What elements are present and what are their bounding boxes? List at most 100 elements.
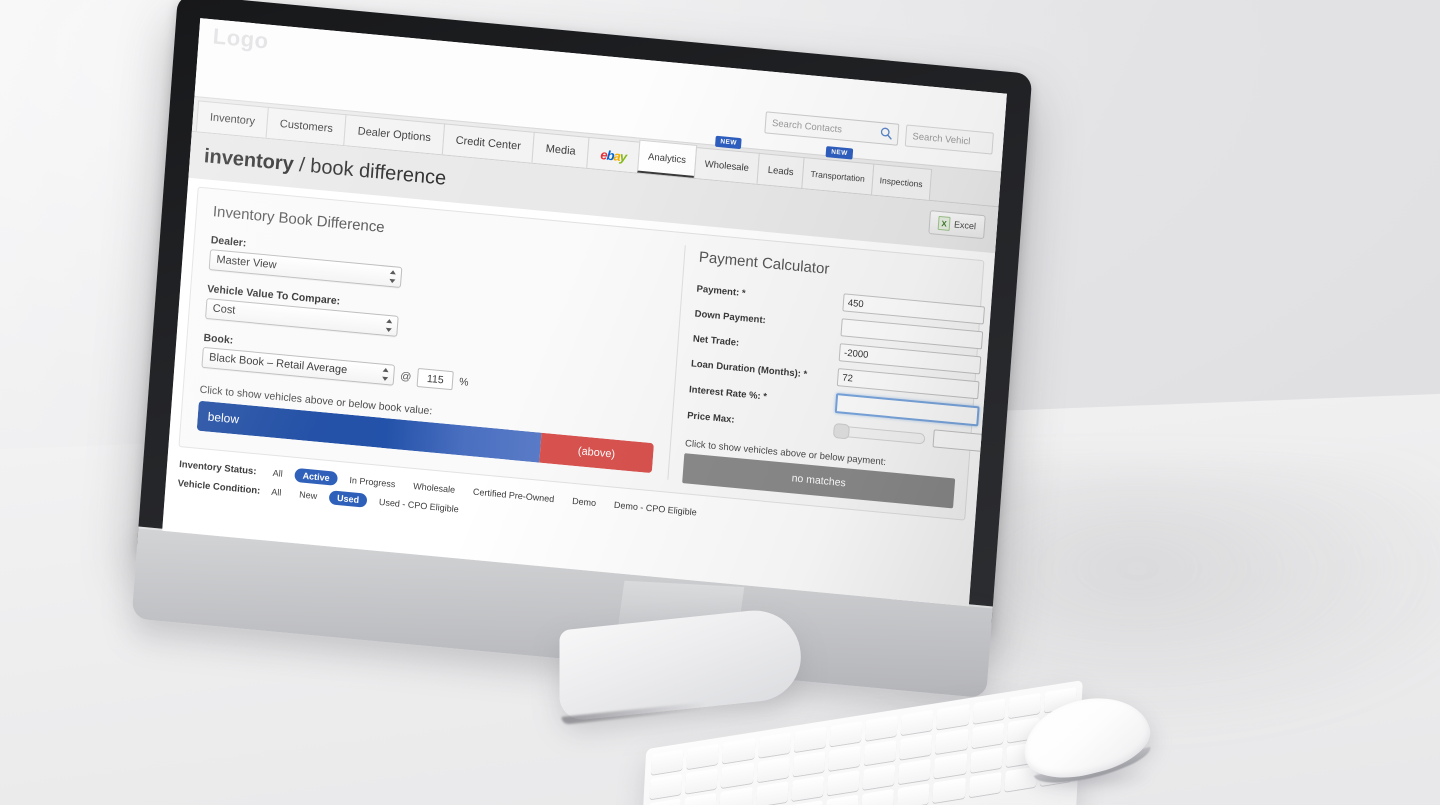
- excel-export-button[interactable]: Excel: [928, 210, 986, 240]
- select-arrows-icon: [388, 269, 396, 284]
- at-symbol: @: [399, 369, 412, 383]
- key: [968, 771, 1002, 798]
- key: [650, 749, 684, 775]
- nav-tab-label: Analytics: [647, 151, 687, 166]
- search-vehicles-input[interactable]: [905, 125, 993, 154]
- calc-field-label: Down Payment:: [694, 308, 767, 326]
- excel-button-label: Excel: [953, 219, 977, 232]
- ebay-logo-icon: ebay: [599, 146, 627, 164]
- price-max-slider[interactable]: [832, 422, 926, 445]
- percent-symbol: %: [458, 375, 469, 389]
- nav-tab-label: Wholesale: [704, 158, 750, 174]
- nav-tab-wholesale[interactable]: NEW Wholesale: [693, 135, 761, 184]
- brand-logo: Logo: [212, 23, 270, 54]
- book-difference-panel: Inventory Book Difference Dealer: Master…: [180, 188, 686, 492]
- nav-tab-media[interactable]: Media: [531, 131, 590, 168]
- key: [792, 751, 826, 777]
- key: [649, 773, 683, 800]
- key: [900, 709, 934, 736]
- search-contacts-box[interactable]: [764, 111, 900, 146]
- nav-tab-label: Inspections: [879, 175, 923, 190]
- key: [755, 781, 789, 805]
- desk-scene: Logo InventoryCustomer: [0, 0, 1440, 805]
- key: [969, 747, 1003, 773]
- search-icon: [879, 126, 893, 140]
- filter-chip-certified-pre-owned[interactable]: Certified Pre-Owned: [467, 484, 561, 507]
- search-contacts-input[interactable]: [765, 112, 899, 145]
- key: [720, 762, 754, 788]
- payment-calculator-panel: Payment Calculator Payment: *Down Paymen…: [667, 233, 1007, 519]
- filter-chip-demo[interactable]: Demo: [566, 493, 603, 510]
- filter-chip-all[interactable]: All: [266, 465, 289, 481]
- nav-tab-inventory[interactable]: Inventory: [195, 100, 270, 138]
- key: [825, 794, 859, 805]
- inventory-status-label: Inventory Status:: [178, 458, 257, 477]
- key: [789, 800, 823, 805]
- calc-field-label: Net Trade:: [692, 332, 740, 349]
- page-title-bold: inventory: [203, 144, 295, 175]
- select-arrows-icon: [381, 367, 389, 382]
- nav-tab-label: Inventory: [209, 111, 256, 128]
- key: [757, 732, 791, 758]
- key: [971, 722, 1004, 749]
- key: [756, 756, 790, 783]
- key: [685, 768, 719, 794]
- monitor-stand: [557, 580, 812, 729]
- nav-tab-ebay[interactable]: ebay: [586, 136, 641, 173]
- web-application: Logo InventoryCustomer: [162, 18, 1007, 607]
- nav-tab-label: Leads: [767, 164, 795, 178]
- key: [828, 745, 861, 772]
- calc-field-label: Loan Duration (Months): *: [690, 357, 808, 380]
- vehicle-condition-label: Vehicle Condition:: [177, 477, 261, 497]
- select-arrows-icon: [385, 318, 393, 333]
- key: [935, 728, 969, 755]
- nav-tab-label: Credit Center: [455, 134, 522, 153]
- filter-chip-all[interactable]: All: [265, 484, 288, 500]
- filter-chip-wholesale[interactable]: Wholesale: [407, 478, 462, 497]
- key: [863, 739, 897, 766]
- key: [722, 738, 756, 764]
- header-search-group: [764, 111, 994, 155]
- key: [719, 787, 753, 805]
- search-vehicles-box[interactable]: [904, 124, 994, 155]
- key: [829, 721, 863, 747]
- key: [932, 777, 966, 804]
- nav-tab-label: Transportation: [810, 168, 866, 184]
- key: [861, 788, 895, 805]
- nav-tab-label: Customers: [279, 118, 334, 135]
- vehicle-value-select-value: Cost: [212, 302, 236, 317]
- key: [936, 704, 970, 730]
- nav-tab-transportation[interactable]: NEW Transportation: [801, 146, 874, 195]
- monitor-screen: Logo InventoryCustomer: [162, 18, 1007, 607]
- filter-chip-used[interactable]: Used: [328, 490, 368, 508]
- key: [972, 698, 1006, 724]
- key: [793, 726, 827, 753]
- nav-tab-leads[interactable]: Leads: [756, 152, 805, 189]
- nav-tab-inspections[interactable]: Inspections: [870, 163, 932, 200]
- new-badge: NEW: [825, 146, 853, 160]
- filter-chip-used-cpo-eligible[interactable]: Used - CPO Eligible: [372, 494, 465, 517]
- key: [791, 775, 824, 802]
- nav-tab-analytics[interactable]: Analytics: [636, 139, 698, 178]
- page-title-rest: / book difference: [292, 153, 448, 190]
- calc-field-label: Interest Rate %: *: [688, 383, 768, 403]
- excel-icon: [937, 215, 951, 231]
- book-percent-input[interactable]: [416, 367, 454, 391]
- key: [898, 758, 932, 785]
- new-badge: NEW: [715, 135, 743, 150]
- above-book-value-button[interactable]: (above): [538, 432, 655, 474]
- nav-tab-label: Dealer Options: [357, 125, 432, 145]
- filter-chip-new[interactable]: New: [293, 487, 324, 504]
- payment-calculator-fields: Payment: * Down Payment: Net Trade: Loan Du…: [687, 280, 1007, 461]
- key: [826, 770, 860, 796]
- slider-handle[interactable]: [832, 422, 850, 440]
- filter-chip-in-progress[interactable]: In Progress: [343, 472, 402, 491]
- filter-chip-active[interactable]: Active: [294, 467, 339, 486]
- key: [862, 764, 896, 790]
- dealer-select-value: Master View: [215, 253, 277, 272]
- key: [683, 792, 717, 805]
- key: [897, 783, 930, 805]
- key: [934, 753, 967, 779]
- stand-foot: [559, 605, 801, 723]
- nav-tab-label: Media: [545, 142, 577, 158]
